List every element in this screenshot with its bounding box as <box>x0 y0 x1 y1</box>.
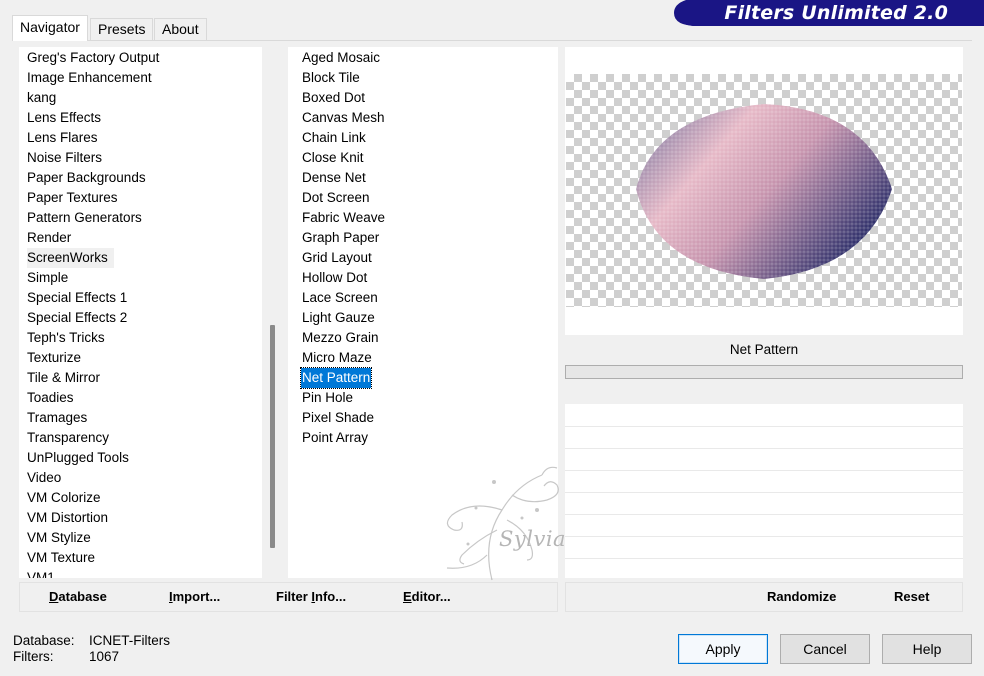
filter-list-item[interactable]: Chain Link <box>302 128 366 148</box>
filters-count-value: 1067 <box>89 649 120 664</box>
filter-list-item[interactable]: Grid Layout <box>302 248 372 268</box>
tab-divider <box>12 40 972 41</box>
filter-list-item[interactable]: Lace Screen <box>302 288 378 308</box>
control-row <box>565 492 963 493</box>
filter-info-button-prefix: Filter <box>276 589 312 604</box>
filter-list-item[interactable]: Graph Paper <box>302 228 379 248</box>
filter-list-item[interactable]: Light Gauze <box>302 308 375 328</box>
filter-list-item[interactable]: Dot Screen <box>302 188 370 208</box>
control-row <box>565 470 963 471</box>
randomize-button[interactable]: Randomize <box>767 582 836 612</box>
cancel-button[interactable]: Cancel <box>780 634 870 664</box>
filter-list-item[interactable]: Point Array <box>302 428 368 448</box>
category-list-item[interactable]: Render <box>27 228 71 248</box>
database-button-label: atabase <box>58 589 107 604</box>
app-title-banner: Filters Unlimited 2.0 <box>672 0 984 26</box>
category-list-item[interactable]: Video <box>27 468 61 488</box>
category-scrollbar-thumb[interactable] <box>270 325 275 548</box>
category-list-item[interactable]: VM Stylize <box>27 528 91 548</box>
editor-button-mnemonic: E <box>403 589 412 604</box>
filter-list-item[interactable]: Hollow Dot <box>302 268 367 288</box>
filter-control-bar[interactable] <box>565 365 963 379</box>
filter-controls-area <box>565 404 963 578</box>
category-list-item[interactable]: Noise Filters <box>27 148 102 168</box>
tab-presets[interactable]: Presets <box>90 18 154 40</box>
editor-button[interactable]: Editor... <box>403 582 451 612</box>
tab-strip: Navigator Presets About <box>12 15 212 41</box>
tab-about[interactable]: About <box>154 18 207 40</box>
category-list-item[interactable]: ScreenWorks <box>27 248 114 268</box>
filter-list-item[interactable]: Aged Mosaic <box>302 48 380 68</box>
category-list-item[interactable]: Pattern Generators <box>27 208 142 228</box>
import-button-label: mport... <box>172 589 221 604</box>
category-list-item[interactable]: kang <box>27 88 56 108</box>
category-list-item[interactable]: Simple <box>27 268 68 288</box>
category-list-item[interactable]: Greg's Factory Output <box>27 48 159 68</box>
category-list-item[interactable]: Image Enhancement <box>27 68 152 88</box>
category-list-item[interactable]: UnPlugged Tools <box>27 448 129 468</box>
filter-list-item[interactable]: Fabric Weave <box>302 208 385 228</box>
category-list-item[interactable]: VM Texture <box>27 548 95 568</box>
category-list-item[interactable]: Special Effects 2 <box>27 308 127 328</box>
category-list-item[interactable]: Special Effects 1 <box>27 288 127 308</box>
tab-navigator[interactable]: Navigator <box>12 15 88 41</box>
control-row <box>565 514 963 515</box>
category-list-item[interactable]: Lens Effects <box>27 108 101 128</box>
category-list-item[interactable]: VM1 <box>27 568 55 578</box>
category-list-item[interactable]: Paper Textures <box>27 188 118 208</box>
category-list-item[interactable]: Transparency <box>27 428 109 448</box>
filter-list-item[interactable]: Mezzo Grain <box>302 328 379 348</box>
filter-list-item[interactable]: Close Knit <box>302 148 364 168</box>
control-row <box>565 426 963 427</box>
import-button[interactable]: Import... <box>169 582 220 612</box>
filters-count-label: Filters: <box>13 649 54 664</box>
category-list-item[interactable]: Texturize <box>27 348 81 368</box>
help-button[interactable]: Help <box>882 634 972 664</box>
filter-list-item[interactable]: Pixel Shade <box>302 408 374 428</box>
category-list-item[interactable]: Lens Flares <box>27 128 98 148</box>
category-list-item[interactable]: Paper Backgrounds <box>27 168 146 188</box>
filter-list-item[interactable]: Block Tile <box>302 68 360 88</box>
database-label: Database: <box>13 633 75 648</box>
category-list-item[interactable]: VM Colorize <box>27 488 101 508</box>
filter-info-button[interactable]: Filter Info... <box>276 582 346 612</box>
filter-list-item[interactable]: Net Pattern <box>299 367 373 389</box>
filter-list-item[interactable]: Pin Hole <box>302 388 353 408</box>
filter-list-item[interactable]: Boxed Dot <box>302 88 365 108</box>
filter-list-item[interactable]: Micro Maze <box>302 348 372 368</box>
category-list-item[interactable]: Toadies <box>27 388 74 408</box>
filter-list-item[interactable]: Canvas Mesh <box>302 108 385 128</box>
apply-button[interactable]: Apply <box>678 634 768 664</box>
filter-info-button-label: nfo... <box>315 589 347 604</box>
control-row <box>565 448 963 449</box>
selected-filter-name: Net Pattern <box>565 336 963 365</box>
database-button[interactable]: Database <box>49 582 107 612</box>
category-list[interactable]: Greg's Factory Output Image Enhancement ka… <box>19 47 262 578</box>
category-list-item[interactable]: Tile & Mirror <box>27 368 100 388</box>
filter-list-item[interactable]: Dense Net <box>302 168 366 188</box>
category-list-item[interactable]: Tramages <box>27 408 87 428</box>
category-list-item[interactable]: VM Distortion <box>27 508 108 528</box>
control-row <box>565 558 963 559</box>
preview-image <box>636 104 892 279</box>
category-list-item[interactable]: Teph's Tricks <box>27 328 105 348</box>
app-title: Filters Unlimited 2.0 <box>724 2 948 24</box>
reset-button[interactable]: Reset <box>894 582 929 612</box>
database-button-mnemonic: D <box>49 589 59 604</box>
database-value: ICNET-Filters <box>89 633 170 648</box>
category-scrollbar[interactable] <box>263 47 283 578</box>
control-row <box>565 536 963 537</box>
editor-button-label: ditor... <box>411 589 451 604</box>
